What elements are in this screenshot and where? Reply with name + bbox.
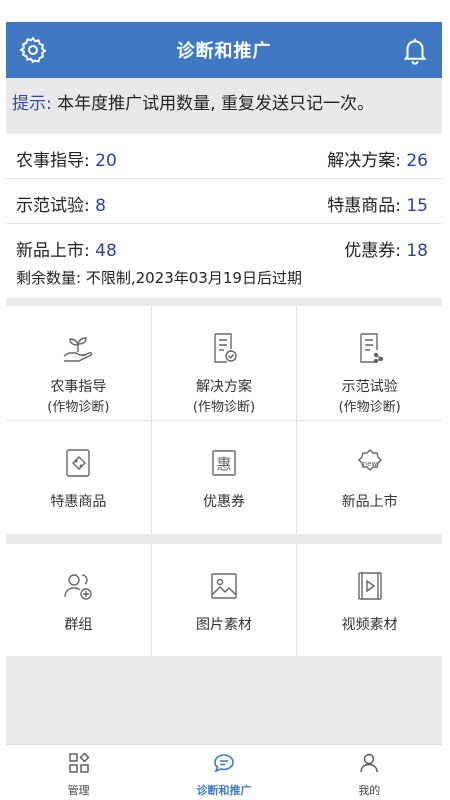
document-chart-icon	[352, 330, 388, 376]
demo-trials-button[interactable]: 示范试验 (作物诊断)	[297, 306, 442, 420]
svg-text:new: new	[362, 460, 377, 468]
grid-item-label: 农事指导	[50, 379, 107, 395]
new-badge-icon: new	[352, 445, 388, 491]
grid-item-label: 特惠商品	[50, 493, 107, 510]
image-material-button[interactable]: 图片素材	[151, 544, 297, 656]
grid-item-sub: (作物诊断)	[47, 400, 110, 415]
stats-panel: 农事指导: 20 解决方案: 26 示范试验: 8 特惠商品: 15 新品上市:…	[6, 134, 442, 268]
image-icon	[206, 568, 242, 614]
coupons-button[interactable]: 惠 优惠券	[151, 420, 297, 534]
notice-text: 本年度推广试用数量, 重复发送只记一次。	[51, 94, 374, 114]
grid-item-label: 示范试验	[341, 379, 398, 395]
app-frame: 诊断和推广 提示: 本年度推广试用数量, 重复发送只记一次。 农事指导: 20 …	[6, 22, 442, 800]
notice-label: 提示:	[12, 94, 52, 114]
tab-label: 管理	[67, 784, 90, 797]
page-title: 诊断和推广	[176, 41, 272, 62]
new-products-button[interactable]: new 新品上市	[297, 420, 442, 534]
svg-text:惠: 惠	[216, 455, 231, 473]
remaining-quota: 剩余数量: 不限制,2023年03月19日后过期	[6, 258, 442, 298]
discount-tag-icon	[60, 445, 96, 491]
stat-solutions: 解决方案: 26	[327, 151, 428, 171]
grid-item-label: 视频素材	[341, 617, 398, 633]
stat-row: 农事指导: 20 解决方案: 26	[6, 134, 442, 179]
feature-grid: 农事指导 (作物诊断) 解决方案 (作物诊断) 示范试验 (作物诊断) 特惠商品…	[6, 306, 442, 534]
video-material-button[interactable]: 视频素材	[297, 544, 442, 656]
grid-item-label: 解决方案	[195, 379, 252, 395]
tab-label: 诊断和推广	[196, 784, 252, 797]
stat-special-offers: 特惠商品: 15	[327, 196, 428, 216]
special-offers-button[interactable]: 特惠商品	[6, 420, 151, 534]
grid-item-label: 图片素材	[195, 617, 252, 633]
tab-mine[interactable]: 我的	[297, 745, 442, 800]
stat-farming-guidance: 农事指导: 20	[16, 151, 117, 171]
bottom-tab-bar: 管理 诊断和推广 我的	[6, 744, 442, 800]
grid-item-sub: (作物诊断)	[192, 400, 256, 415]
stat-demo-trials: 示范试验: 8	[16, 196, 106, 216]
grid-item-label: 优惠券	[202, 493, 245, 510]
tab-manage[interactable]: 管理	[6, 745, 151, 800]
tab-label: 我的	[358, 784, 381, 797]
grid-item-label: 群组	[64, 617, 93, 633]
grid-item-sub: (作物诊断)	[338, 400, 401, 415]
material-grid: 群组 图片素材 视频素材	[6, 544, 442, 656]
user-icon	[357, 751, 381, 782]
grid-item-label: 新品上市	[341, 493, 398, 510]
tab-diagnosis[interactable]: 诊断和推广	[151, 745, 296, 800]
group-add-icon	[60, 568, 96, 614]
coupon-icon: 惠	[206, 445, 242, 491]
grid-icon	[67, 751, 91, 782]
top-bar: 诊断和推广	[6, 22, 442, 78]
hand-plant-icon	[60, 330, 96, 376]
stat-row: 示范试验: 8 特惠商品: 15	[6, 179, 442, 224]
chat-icon	[212, 751, 236, 782]
notice-bar: 提示: 本年度推广试用数量, 重复发送只记一次。	[6, 78, 442, 130]
bell-icon[interactable]	[400, 35, 430, 65]
video-icon	[352, 568, 388, 614]
group-button[interactable]: 群组	[6, 544, 151, 656]
farming-guidance-button[interactable]: 农事指导 (作物诊断)	[6, 306, 151, 420]
document-check-icon	[206, 330, 242, 376]
solutions-button[interactable]: 解决方案 (作物诊断)	[151, 306, 297, 420]
